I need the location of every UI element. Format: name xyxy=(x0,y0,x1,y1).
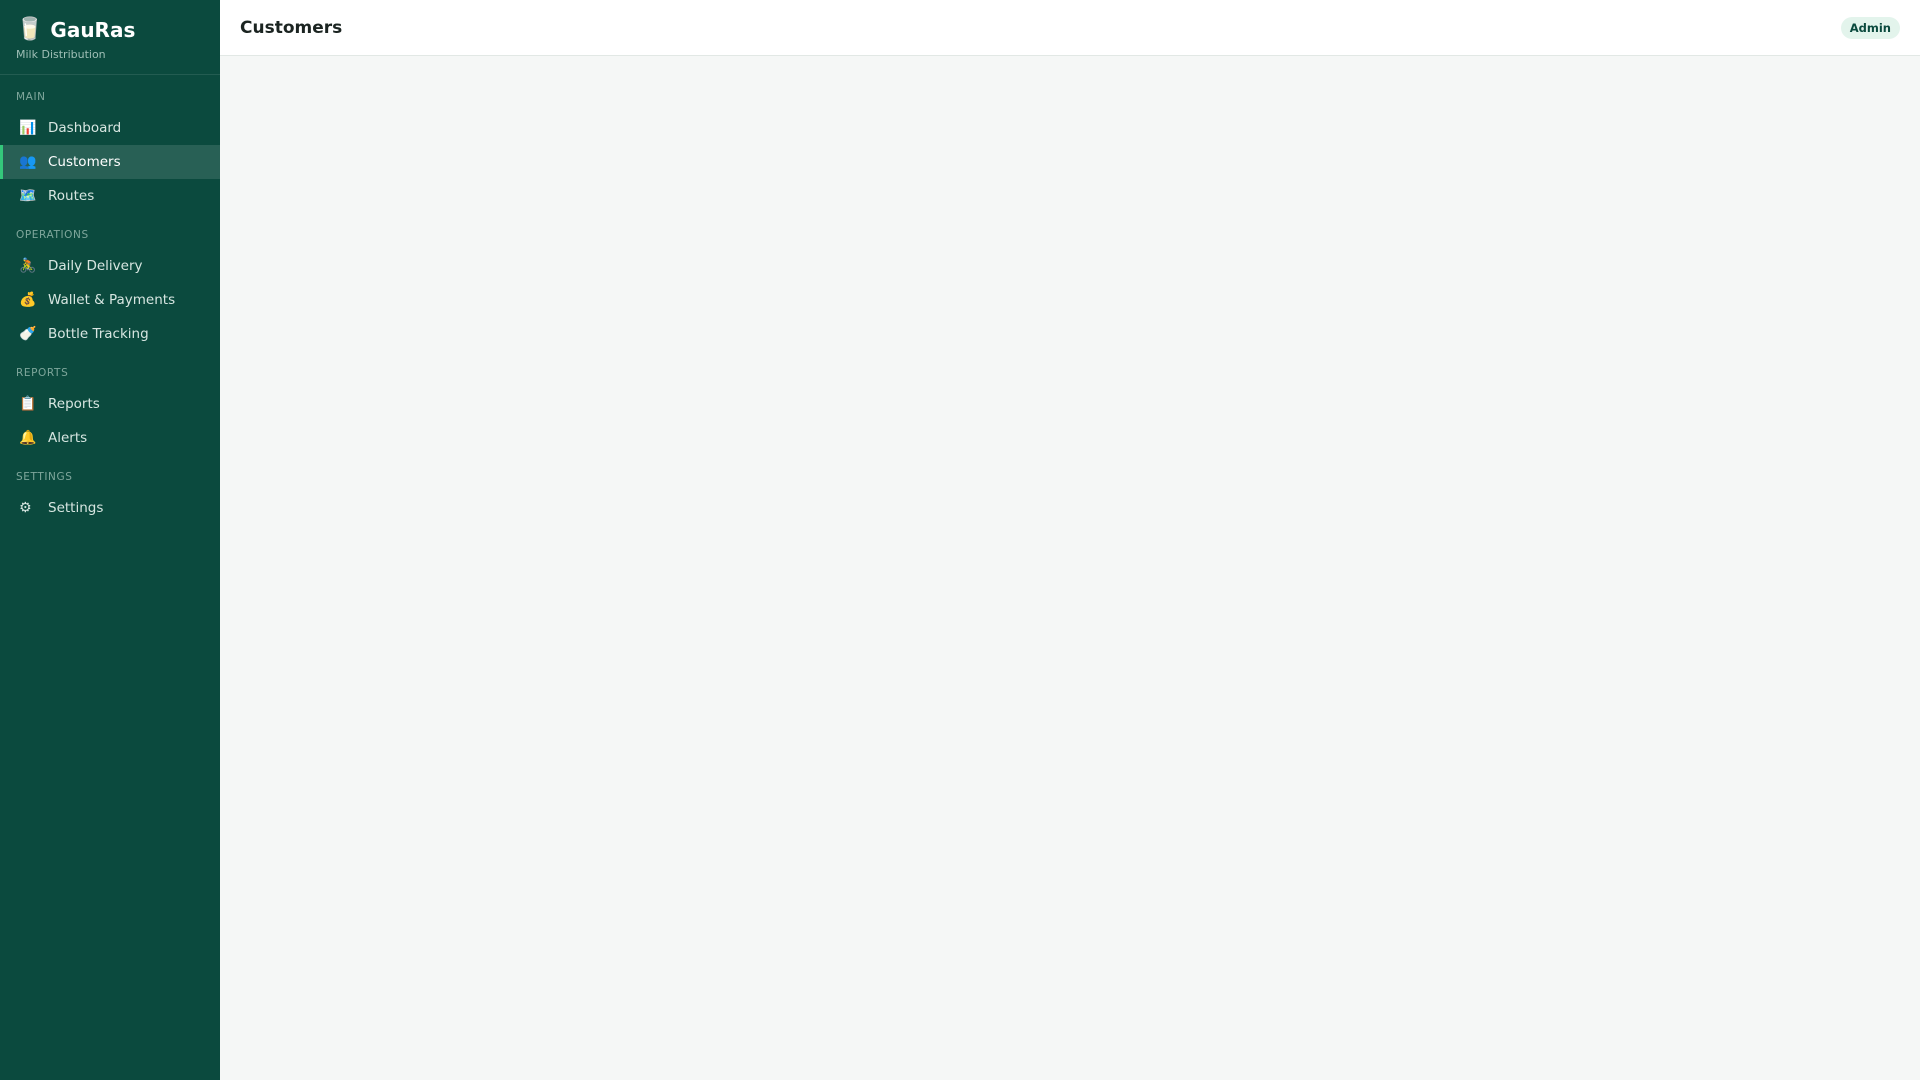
sidebar-item-label: Settings xyxy=(48,500,104,516)
sidebar-item-dashboard[interactable]: 📊 Dashboard xyxy=(0,111,220,145)
nav-section-title: SETTINGS xyxy=(16,471,73,483)
sidebar-item-label: Customers xyxy=(48,154,121,170)
gear-icon: ⚙ xyxy=(19,500,32,516)
sidebar-item-label: Dashboard xyxy=(48,120,122,136)
nav-section-main: MAIN 📊 Dashboard 👥 Customers 🗺️ Routes xyxy=(0,75,220,213)
sidebar-item-label: Reports xyxy=(48,396,100,412)
sidebar-item-label: Routes xyxy=(48,188,95,204)
sidebar-item-customers[interactable]: 👥 Customers xyxy=(0,145,220,179)
bottle-icon: 🍼 xyxy=(19,326,37,342)
sidebar-item-label: Bottle Tracking xyxy=(48,326,149,342)
nav-section-title: OPERATIONS xyxy=(16,229,89,241)
nav-section-operations: OPERATIONS 🚴 Daily Delivery 💰 Wallet & P… xyxy=(0,213,220,351)
sidebar-item-label: Alerts xyxy=(48,430,88,446)
sidebar-item-alerts[interactable]: 🔔 Alerts xyxy=(0,421,220,455)
bar-chart-icon: 📊 xyxy=(19,120,37,136)
cyclist-icon: 🚴 xyxy=(19,258,37,274)
brand: 🥛 GauRas Milk Distribution xyxy=(0,0,220,75)
sidebar-item-reports[interactable]: 📋 Reports xyxy=(0,387,220,421)
nav-section-title: REPORTS xyxy=(16,367,69,379)
milk-glass-icon: 🥛 xyxy=(16,17,44,42)
brand-name: GauRas xyxy=(50,18,136,42)
top-bar: Customers Admin xyxy=(220,0,1920,56)
bell-icon: 🔔 xyxy=(19,430,37,446)
content-area xyxy=(220,56,1920,1080)
sidebar-item-bottle-tracking[interactable]: 🍼 Bottle Tracking xyxy=(0,317,220,351)
users-icon: 👥 xyxy=(19,154,37,170)
nav-section-title: MAIN xyxy=(16,91,46,103)
sidebar: 🥛 GauRas Milk Distribution MAIN 📊 Dashbo… xyxy=(0,0,220,1080)
map-icon: 🗺️ xyxy=(19,188,37,204)
money-bag-icon: 💰 xyxy=(19,292,37,308)
main-area: Customers Admin xyxy=(220,0,1920,1080)
sidebar-item-settings[interactable]: ⚙ Settings xyxy=(0,491,220,525)
clipboard-icon: 📋 xyxy=(19,396,37,412)
sidebar-item-label: Daily Delivery xyxy=(48,258,143,274)
nav-section-reports: REPORTS 📋 Reports 🔔 Alerts xyxy=(0,351,220,455)
sidebar-item-daily-delivery[interactable]: 🚴 Daily Delivery xyxy=(0,249,220,283)
sidebar-item-wallet-payments[interactable]: 💰 Wallet & Payments xyxy=(0,283,220,317)
sidebar-item-routes[interactable]: 🗺️ Routes xyxy=(0,179,220,213)
sidebar-item-label: Wallet & Payments xyxy=(48,292,176,308)
brand-subtitle: Milk Distribution xyxy=(16,48,106,61)
page-title: Customers xyxy=(240,17,343,38)
role-badge: Admin xyxy=(1840,16,1900,39)
nav-section-settings: SETTINGS ⚙ Settings xyxy=(0,455,220,525)
